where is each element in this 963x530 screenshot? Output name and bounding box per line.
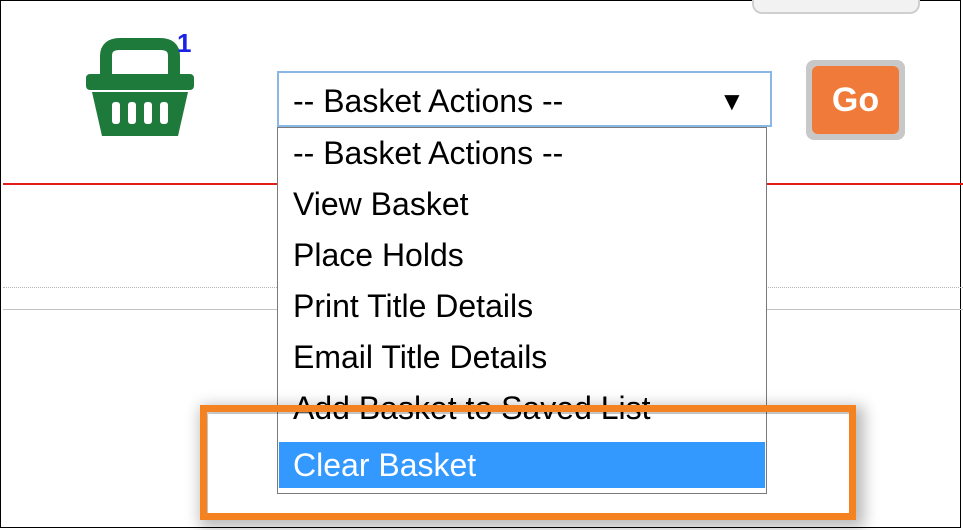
- option-basket-actions[interactable]: -- Basket Actions --: [279, 130, 765, 176]
- basket-actions-dropdown-list: -- Basket Actions -- View Basket Place H…: [277, 127, 767, 494]
- option-place-holds[interactable]: Place Holds: [279, 232, 765, 278]
- option-view-basket[interactable]: View Basket: [279, 181, 765, 227]
- go-button-label: Go: [812, 66, 899, 134]
- option-email-title-details[interactable]: Email Title Details: [279, 334, 765, 380]
- basket-actions-select[interactable]: -- Basket Actions -- ▼: [277, 71, 772, 127]
- basket-count-badge: 1: [177, 28, 192, 58]
- option-add-basket-to-saved-list[interactable]: Add Basket to Saved List: [279, 385, 765, 431]
- go-button[interactable]: Go: [806, 60, 905, 140]
- top-tab-edge: [752, 0, 920, 14]
- chevron-down-icon: ▼: [719, 86, 745, 116]
- option-clear-basket[interactable]: Clear Basket: [279, 442, 765, 488]
- option-print-title-details[interactable]: Print Title Details: [279, 283, 765, 329]
- select-current-value: -- Basket Actions --: [293, 83, 564, 119]
